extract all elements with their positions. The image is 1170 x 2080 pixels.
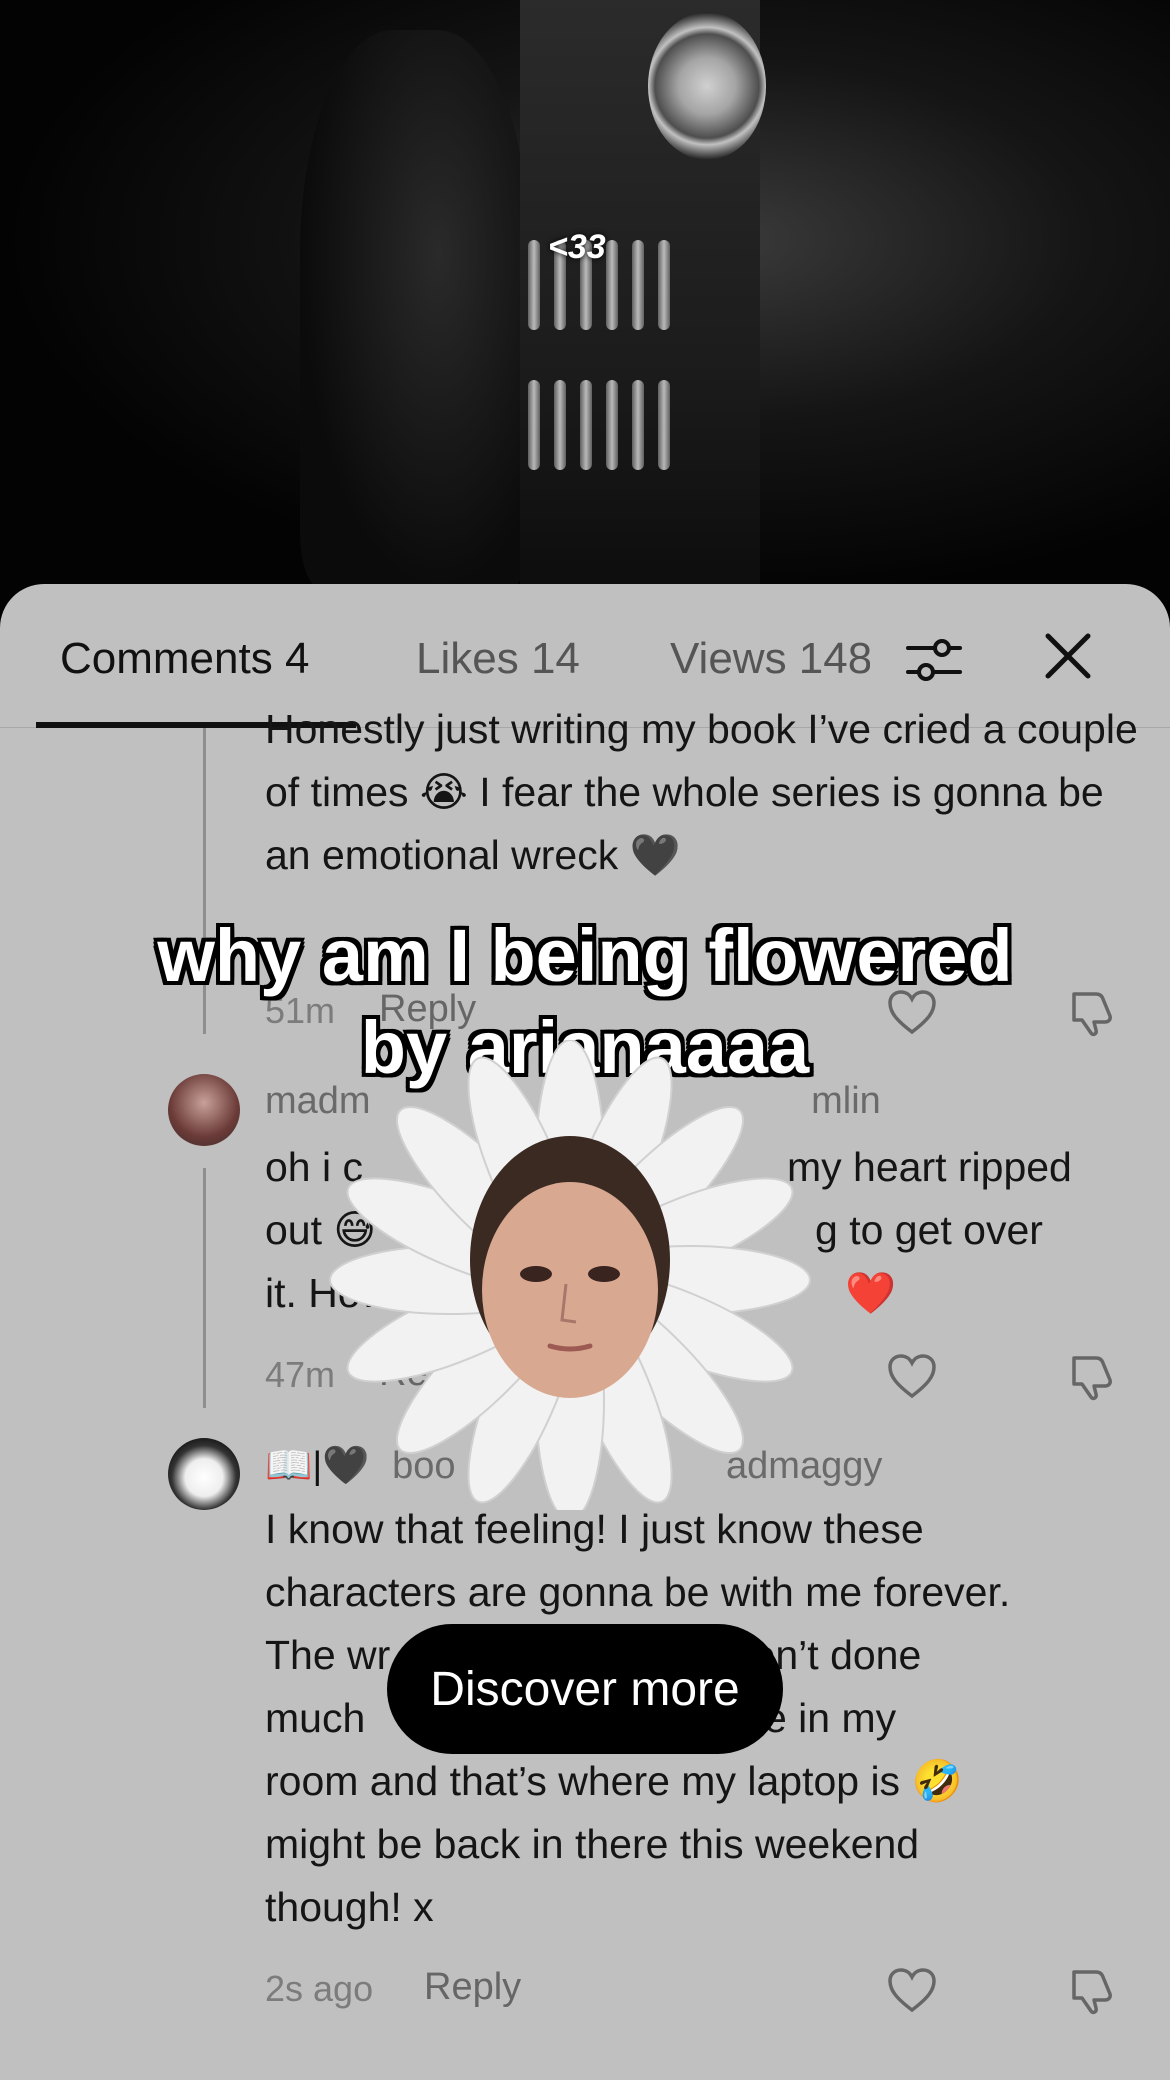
comment-line: my heart ripped bbox=[787, 1144, 1072, 1190]
comment-line: ❤️ bbox=[845, 1270, 897, 1316]
tab-views[interactable]: Views 148 bbox=[670, 634, 870, 684]
reply-button[interactable]: Reply bbox=[424, 1966, 521, 2009]
comment-line: though! x bbox=[265, 1884, 434, 1930]
comment-time: 2s ago bbox=[265, 1968, 374, 2009]
thread-line bbox=[203, 1168, 206, 1408]
comment-line: might be back in there this weekend bbox=[265, 1821, 920, 1867]
comment-line: characters are gonna be with me forever. bbox=[265, 1569, 1011, 1615]
sliders-icon[interactable] bbox=[904, 630, 964, 690]
tab-likes[interactable]: Likes 14 bbox=[416, 634, 580, 684]
tab-comments[interactable]: Comments 4 bbox=[60, 634, 309, 684]
video-figure bbox=[300, 30, 530, 590]
heart-icon[interactable] bbox=[886, 1352, 938, 1400]
discover-more-button[interactable]: Discover more bbox=[387, 1624, 783, 1754]
comment-line: g to get over bbox=[815, 1207, 1043, 1253]
thumbs-down-icon[interactable] bbox=[1066, 1964, 1118, 2016]
video-caption: <33 bbox=[548, 228, 606, 266]
close-icon[interactable] bbox=[1040, 628, 1096, 684]
avatar[interactable] bbox=[168, 1438, 240, 1510]
sticker-line: why am I being flowered bbox=[157, 914, 1013, 997]
video-clock bbox=[648, 12, 766, 160]
flower-face-sticker bbox=[329, 1040, 811, 1510]
comment-line: room and that’s where my laptop is 🤣 bbox=[265, 1758, 963, 1804]
heart-icon[interactable] bbox=[886, 1966, 938, 2014]
thumbs-down-icon[interactable] bbox=[1066, 1350, 1118, 1402]
video-window-bars-lower bbox=[528, 380, 670, 470]
video-background[interactable]: <33 bbox=[0, 0, 1170, 600]
